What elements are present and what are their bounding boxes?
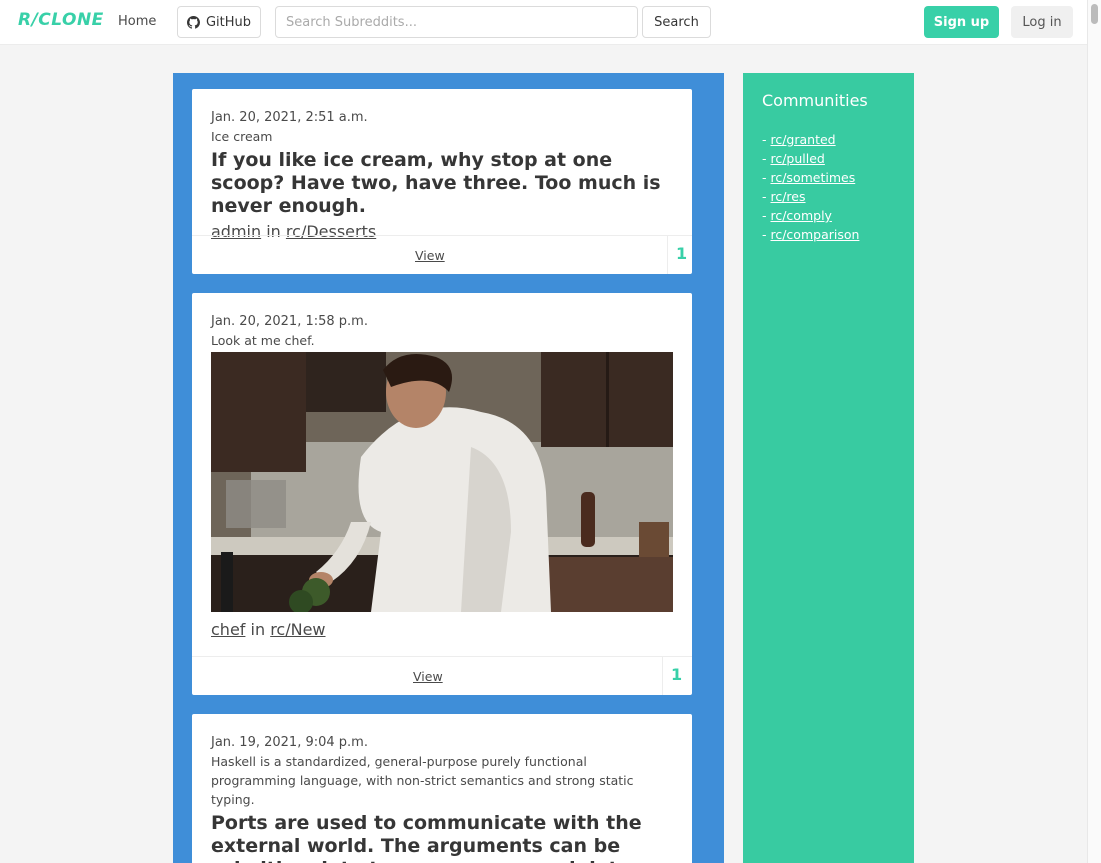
post-card: Jan. 20, 2021, 2:51 a.m. Ice cream If yo… [192,89,692,274]
post-title: If you like ice cream, why stop at one s… [211,149,661,217]
scrollbar-thumb[interactable] [1091,4,1098,24]
vote-box: 1 [662,657,692,695]
search-button[interactable]: Search [642,6,711,38]
post-footer: View 1 [192,235,692,274]
logo[interactable]: R/CLONE [18,10,104,30]
post-community-link[interactable]: rc/New [270,620,325,639]
vote-box: 1 [667,236,692,274]
login-button[interactable]: Log in [1011,6,1073,38]
communities-sidebar: Communities - rc/granted - rc/pulled - r… [743,73,914,863]
post-footer: View 1 [192,656,692,695]
vote-count[interactable]: 1 [671,665,682,684]
post-author-link[interactable]: chef [211,620,245,639]
post-feed: Jan. 20, 2021, 2:51 a.m. Ice cream If yo… [173,73,724,863]
community-link[interactable]: rc/sometimes [770,170,855,185]
post-subtitle: Look at me chef. [211,333,315,348]
community-link[interactable]: rc/comparison [770,227,859,242]
post-date: Jan. 20, 2021, 1:58 p.m. [211,314,368,329]
sidebar-title: Communities [762,91,868,110]
community-item: - rc/res [762,187,859,206]
post-card: Jan. 20, 2021, 1:58 p.m. Look at me chef… [192,293,692,695]
community-item: - rc/comparison [762,225,859,244]
view-link[interactable]: View [415,248,445,263]
community-link[interactable]: rc/comply [770,208,831,223]
post-image [211,352,673,612]
community-item: - rc/comply [762,206,859,225]
post-date: Jan. 20, 2021, 2:51 a.m. [211,110,368,125]
post-subtitle: Haskell is a standardized, general-purpo… [211,754,634,807]
navbar: R/CLONE Home GitHub Search Subreddits...… [0,0,1087,45]
community-link[interactable]: rc/granted [770,132,835,147]
post-card: Jan. 19, 2021, 9:04 p.m. Haskell is a st… [192,714,692,863]
community-link[interactable]: rc/res [770,189,805,204]
post-date: Jan. 19, 2021, 9:04 p.m. [211,735,368,750]
github-label: GitHub [205,14,252,30]
post-meta: chef in rc/New [211,620,673,639]
community-list: - rc/granted - rc/pulled - rc/sometimes … [762,130,859,244]
nav-home-link[interactable]: Home [118,14,156,29]
community-item: - rc/sometimes [762,168,859,187]
post-subtitle: Ice cream [211,129,273,144]
github-icon [186,15,200,29]
view-link[interactable]: View [413,669,443,684]
community-item: - rc/granted [762,130,859,149]
search-placeholder: Search Subreddits... [286,14,417,30]
scrollbar[interactable] [1087,0,1101,863]
post-in-word: in [250,620,266,639]
github-button[interactable]: GitHub [177,6,261,38]
community-link[interactable]: rc/pulled [770,151,824,166]
search-input[interactable]: Search Subreddits... [275,6,638,38]
post-title: Ports are used to communicate with the e… [211,812,642,863]
signup-button[interactable]: Sign up [924,6,999,38]
vote-count[interactable]: 1 [676,244,687,263]
community-item: - rc/pulled [762,149,859,168]
